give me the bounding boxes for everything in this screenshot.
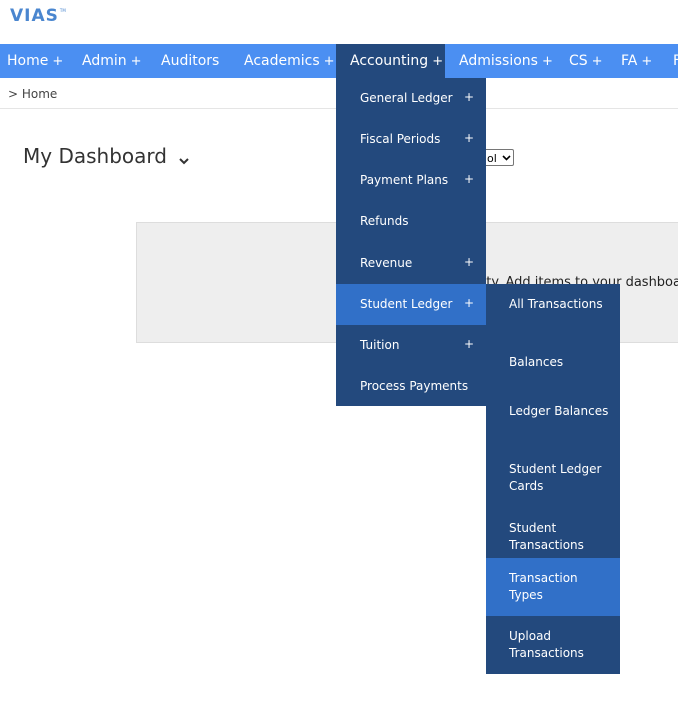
submenu-transaction-types-label: Transaction Types [509,571,578,602]
dashboard-select-value: ol [487,152,497,165]
chevron-down-icon[interactable] [177,149,191,165]
dashboard-selector[interactable]: My Dashboard [23,144,191,168]
menu-tuition-label: Tuition [360,338,400,352]
nav-academics-expand: + [323,54,335,69]
menu-refunds[interactable]: Refunds [336,201,486,242]
nav-home-label: Home [7,53,49,69]
select-chevron-icon [502,150,511,165]
menu-student-ledger-label: Student Ledger [360,297,453,311]
submenu-balances-label: Balances [509,355,564,369]
nav-cs-expand: + [591,54,603,69]
menu-fiscal-periods-label: Fiscal Periods [360,132,441,146]
menu-refunds-label: Refunds [360,214,409,228]
menu-fiscal-periods[interactable]: Fiscal Periods + [336,119,486,160]
nav-admissions-expand: + [541,54,553,69]
menu-student-ledger[interactable]: Student Ledger + [336,284,486,325]
nav-home-expand: + [52,54,64,69]
nav-fa-expand: + [641,54,653,69]
app-logo[interactable]: VIAS TM [10,6,66,28]
nav-accounting[interactable]: Accounting + [336,44,445,78]
menu-tuition-expand: + [464,337,475,351]
top-navigation: Home + Admin + Auditors Academics + Account… [0,44,678,78]
submenu-student-transactions[interactable]: Student Transactions [486,508,620,558]
page-title: My Dashboard [23,144,167,168]
submenu-ledger-balances-label: Ledger Balances [509,404,609,418]
submenu-all-transactions[interactable]: All Transactions [486,284,620,342]
menu-general-ledger[interactable]: General Ledger + [336,78,486,119]
logo-text: VIAS [10,6,59,26]
submenu-transaction-types[interactable]: Transaction Types [486,558,620,616]
nav-admissions[interactable]: Admissions + [459,44,553,78]
menu-student-ledger-expand: + [464,296,475,310]
submenu-ledger-balances[interactable]: Ledger Balances [486,392,620,450]
menu-payment-plans[interactable]: Payment Plans + [336,160,486,201]
nav-admin-label: Admin [82,53,127,69]
submenu-student-ledger-cards[interactable]: Student Ledger Cards [486,450,620,508]
menu-general-ledger-expand: + [464,90,475,104]
breadcrumb-home[interactable]: > Home [8,87,57,101]
student-ledger-submenu: All Transactions Balances Ledger Balance… [486,284,620,674]
logo-trademark: TM [59,8,66,13]
menu-general-ledger-label: General Ledger [360,91,453,105]
menu-payment-plans-expand: + [464,172,475,186]
menu-revenue[interactable]: Revenue + [336,243,486,284]
nav-admin-expand: + [130,54,142,69]
nav-home[interactable]: Home + [7,44,63,78]
submenu-upload-transactions[interactable]: Upload Transactions [486,616,620,674]
nav-academics[interactable]: Academics + [244,44,335,78]
submenu-student-ledger-cards-label: Student Ledger Cards [509,462,602,493]
nav-auditors-label: Auditors [161,53,220,69]
nav-fa-label: FA [621,53,638,69]
nav-academics-label: Academics [244,53,320,69]
menu-revenue-label: Revenue [360,256,413,270]
menu-payment-plans-label: Payment Plans [360,173,449,187]
nav-fa[interactable]: FA + [621,44,652,78]
nav-accounting-expand: + [432,54,444,69]
nav-cs-label: CS [569,53,588,69]
nav-auditors[interactable]: Auditors [161,44,219,78]
submenu-balances[interactable]: Balances [486,342,620,392]
accounting-dropdown: General Ledger + Fiscal Periods + Paymen… [336,78,486,406]
menu-process-payments[interactable]: Process Payments [336,366,486,407]
menu-fiscal-periods-expand: + [464,131,475,145]
menu-process-payments-label: Process Payments [360,379,469,393]
nav-accounting-label: Accounting [350,53,429,69]
nav-overflow-label: F [673,53,678,69]
nav-overflow-item[interactable]: F [673,44,678,78]
menu-revenue-expand: + [464,255,475,269]
submenu-student-transactions-label: Student Transactions [509,521,584,552]
breadcrumb: > Home [8,87,57,101]
menu-tuition[interactable]: Tuition + [336,325,486,366]
nav-admissions-label: Admissions [459,53,538,69]
nav-cs[interactable]: CS + [569,44,603,78]
submenu-upload-transactions-label: Upload Transactions [509,629,584,660]
submenu-all-transactions-label: All Transactions [509,297,603,311]
nav-admin[interactable]: Admin + [82,44,142,78]
